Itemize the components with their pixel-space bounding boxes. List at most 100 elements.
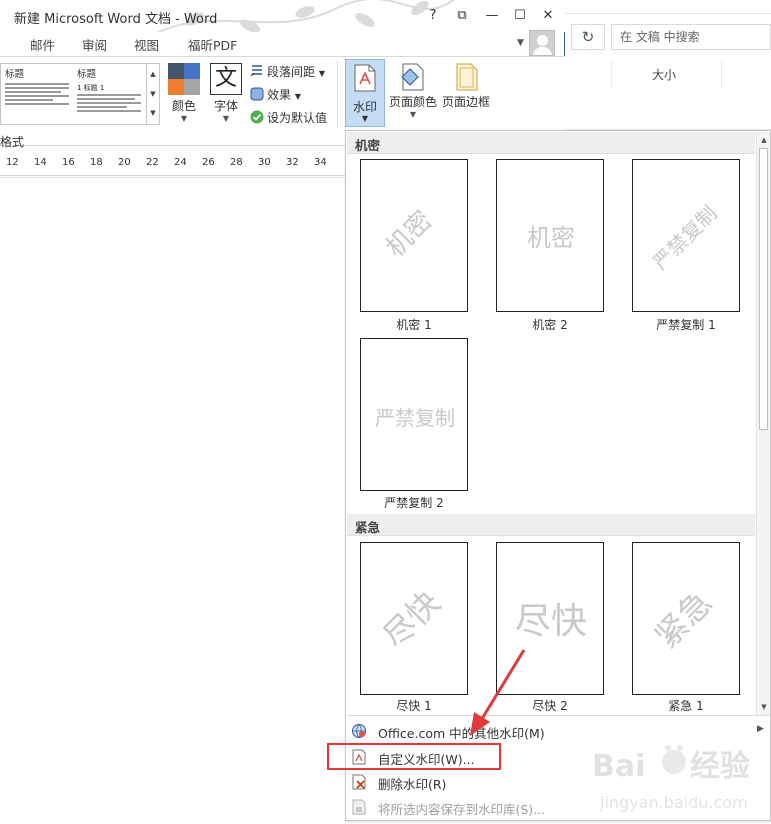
svg-text:jingyan.baidu.com: jingyan.baidu.com <box>599 793 748 812</box>
ribbon-tabs: 邮件 审阅 视图 福昕PDF ▼ <box>0 32 565 56</box>
scrollbar-thumb[interactable] <box>759 148 768 430</box>
page-borders-icon <box>456 63 478 91</box>
theme-colors-icon <box>168 63 200 95</box>
maximize-button[interactable]: ☐ <box>509 6 531 26</box>
minimize-button[interactable]: — <box>481 6 503 26</box>
tab-review[interactable]: 审阅 <box>82 35 107 54</box>
watermark-thumb-no-copy-2[interactable]: 严禁复制 <box>360 338 468 491</box>
tab-mailings[interactable]: 邮件 <box>30 35 55 54</box>
ruler-tick: 26 <box>202 157 215 168</box>
ribbon-display-options-button[interactable]: ⧉ <box>451 6 473 26</box>
watermark-preview: 紧急 <box>647 583 719 655</box>
watermark-thumb-confidential-2[interactable]: 机密 <box>496 159 604 312</box>
tab-view[interactable]: 视图 <box>134 35 159 54</box>
set-as-default-label: 设为默认值 <box>267 111 328 125</box>
ruler-tick: 30 <box>258 157 271 168</box>
svg-text:机密: 机密 <box>527 224 575 252</box>
svg-text:经验: 经验 <box>690 749 750 784</box>
colors-label: 颜色 <box>171 99 196 113</box>
window-title: 新建 Microsoft Word 文档 - Word <box>14 12 218 27</box>
svg-text:严禁复制: 严禁复制 <box>375 406 455 430</box>
help-icon: ? <box>429 8 437 23</box>
style-set-subheading: 1 标题 1 <box>77 84 105 92</box>
watermark-thumb-confidential-1[interactable]: 机密 <box>360 159 468 312</box>
avatar[interactable] <box>529 30 555 56</box>
style-set-item[interactable]: 标题 <box>5 66 75 122</box>
menu-item-label: 将所选内容保存到水印库(S)... <box>378 802 546 817</box>
watermark-label: 严禁复制 1 <box>656 318 716 332</box>
size-column-label: 大小 <box>652 68 677 82</box>
page-color-icon <box>401 63 424 91</box>
watermark-label: 机密 2 <box>532 318 568 332</box>
chevron-up-icon: ▲ <box>150 70 156 78</box>
colors-button[interactable]: 颜色 ▼ <box>164 97 204 124</box>
watermark-thumb-urgent-1[interactable]: 紧急 <box>632 542 740 695</box>
watermark-label: 机密 1 <box>396 318 432 332</box>
paragraph-spacing-button[interactable]: 段落间距 ▼ <box>250 63 325 80</box>
paragraph-spacing-label: 段落间距 <box>267 65 316 79</box>
minimize-icon: — <box>485 8 499 23</box>
fonts-label: 字体 <box>213 99 238 113</box>
ruler-tick: 12 <box>6 157 19 168</box>
office-globe-icon <box>352 724 366 738</box>
chevron-down-icon: ▼ <box>361 114 369 123</box>
remove-watermark-icon <box>352 774 366 790</box>
help-button[interactable]: ? <box>422 6 444 26</box>
submenu-arrow-icon: ▶ <box>757 724 764 734</box>
more-icon: ▼ <box>150 109 156 117</box>
style-gallery-scroll[interactable]: ▲ ▼ ▼ <box>146 64 159 124</box>
chevron-down-icon: ▼ <box>180 114 188 123</box>
svg-text:机密: 机密 <box>380 205 438 263</box>
page-borders-button[interactable]: 页面边框 <box>440 59 492 110</box>
group-separator <box>337 61 338 127</box>
svg-text:尽快: 尽快 <box>515 601 587 642</box>
style-set-item[interactable]: 标题 1 标题 1 <box>77 66 147 122</box>
watermark-button[interactable]: 水印 ▼ <box>345 59 385 127</box>
scroll-down-icon[interactable]: ▼ <box>757 700 771 714</box>
ruler-tick: 22 <box>146 157 159 168</box>
ruler-tick: 28 <box>230 157 243 168</box>
svg-text:尽快: 尽快 <box>375 583 447 655</box>
baidu-watermark-logo: Bai 经验 jingyan.baidu.com <box>592 745 750 812</box>
chevron-down-icon: ▼ <box>318 69 325 78</box>
section-header-urgent: 紧急 <box>347 514 755 536</box>
ruler-tick: 18 <box>90 157 103 168</box>
watermark-label: 严禁复制 2 <box>384 496 444 510</box>
watermark-thumb-no-copy-1[interactable]: 严禁复制 <box>632 159 740 312</box>
close-icon: ✕ <box>542 8 554 23</box>
watermark-dropdown: 机密 机密 机密 严禁复制 机密 1 机密 2 严禁复制 1 严禁复制 严禁复制… <box>345 130 771 821</box>
refresh-button[interactable]: ↻ <box>571 24 605 50</box>
group-label-format: 格式 <box>0 135 25 149</box>
fonts-button[interactable]: 字体 ▼ <box>206 97 246 124</box>
ruler-tick: 34 <box>314 157 327 168</box>
tab-foxit-pdf[interactable]: 福昕PDF <box>188 35 237 54</box>
ruler-tick: 14 <box>34 157 47 168</box>
watermark-preview: 机密 <box>527 224 575 252</box>
style-set-gallery[interactable]: 标题 标题 1 标题 1 ▲ ▼ ▼ <box>0 63 160 125</box>
section-header-label: 紧急 <box>355 520 381 535</box>
maximize-icon: ☐ <box>514 8 526 23</box>
set-as-default-button[interactable]: 设为默认值 <box>250 109 327 126</box>
style-set-heading: 标题 <box>77 69 97 80</box>
watermark-label: 尽快 1 <box>396 699 432 713</box>
ribbon-display-icon: ⧉ <box>457 8 467 23</box>
ruler-tick: 20 <box>118 157 131 168</box>
watermark-thumb-asap-2[interactable]: 尽快 <box>496 542 604 695</box>
page-color-label: 页面颜色 <box>388 95 437 109</box>
chevron-down-icon[interactable]: ▼ <box>517 38 524 48</box>
explorer-search-input[interactable]: 在 文稿 中搜索 <box>611 24 771 50</box>
watermark-thumb-asap-1[interactable]: 尽快 <box>360 542 468 695</box>
scroll-up-icon[interactable]: ▲ <box>757 133 771 147</box>
watermark-label: 紧急 1 <box>668 699 704 713</box>
watermark-preview: 严禁复制 <box>375 406 455 430</box>
page-color-button[interactable]: 页面颜色 ▼ <box>388 59 438 120</box>
effects-button[interactable]: 效果 ▼ <box>250 86 301 103</box>
column-separator <box>721 60 722 90</box>
refresh-icon: ↻ <box>581 28 595 46</box>
menu-item-label: 删除水印(R) <box>378 777 447 792</box>
chevron-down-icon: ▼ <box>150 90 156 98</box>
size-column-header[interactable]: 大小 <box>611 60 771 90</box>
gallery-scrollbar[interactable]: ▲ ▼ <box>756 132 770 715</box>
watermark-preview: 尽快 <box>515 601 587 642</box>
close-button[interactable]: ✕ <box>537 6 559 26</box>
